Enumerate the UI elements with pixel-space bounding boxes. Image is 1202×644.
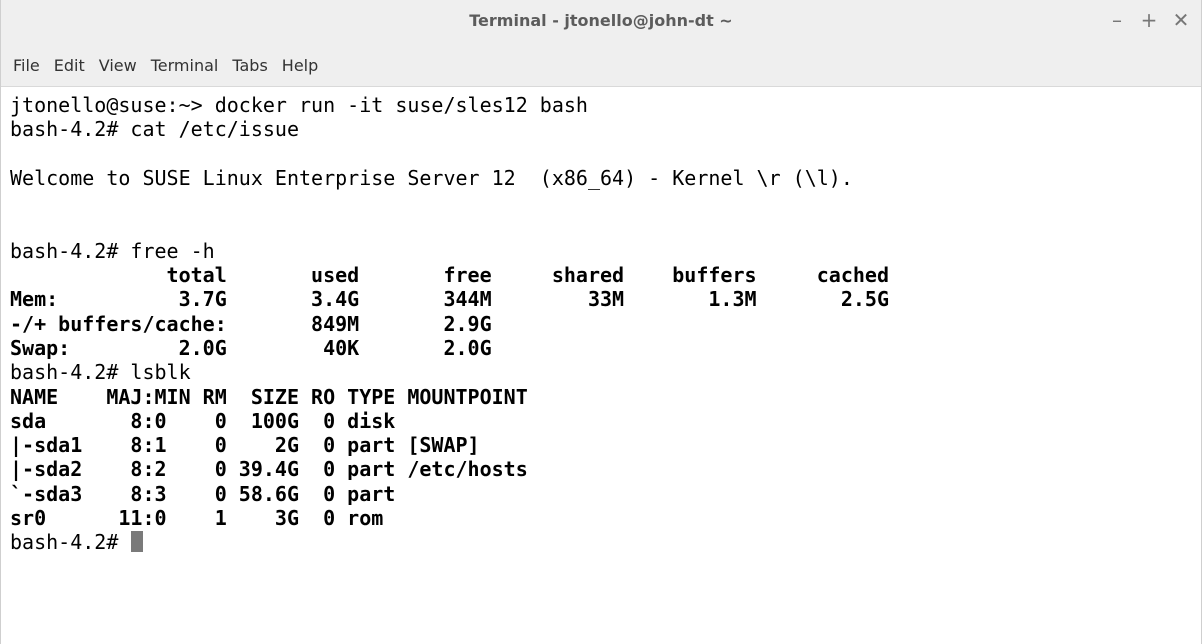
terminal-line: sda 8:0 0 100G 0 disk — [10, 408, 396, 433]
terminal-line: sr0 11:0 1 3G 0 rom — [10, 506, 384, 531]
menu-edit[interactable]: Edit — [47, 44, 92, 86]
terminal-line: Swap: 2.0G 40K 2.0G — [10, 335, 492, 360]
terminal-line: `-sda3 8:3 0 58.6G 0 part — [10, 481, 396, 506]
window-controls: – + ✕ — [1109, 8, 1189, 32]
terminal-line: bash-4.2# free -h — [10, 238, 215, 263]
text-cursor — [131, 531, 144, 553]
title-bar[interactable]: Terminal - jtonello@john-dt ~ – + ✕ — [1, 0, 1201, 44]
terminal-output[interactable]: jtonello@suse:~> docker run -it suse/sle… — [1, 86, 1201, 644]
menu-bar: File Edit View Terminal Tabs Help — [1, 44, 1201, 86]
menu-view[interactable]: View — [92, 44, 144, 86]
terminal-line: |-sda1 8:1 0 2G 0 part [SWAP] — [10, 433, 480, 458]
terminal-line: Welcome to SUSE Linux Enterprise Server … — [10, 165, 853, 190]
terminal-line: |-sda2 8:2 0 39.4G 0 part /etc/hosts — [10, 457, 528, 482]
terminal-line: bash-4.2# lsblk — [10, 360, 191, 385]
prompt-text: bash-4.2# — [10, 530, 131, 555]
close-icon[interactable]: ✕ — [1173, 8, 1190, 32]
terminal-line: Mem: 3.7G 3.4G 344M 33M 1.3M 2.5G — [10, 287, 889, 312]
terminal-line: jtonello@suse:~> docker run -it suse/sle… — [10, 93, 588, 117]
menu-file[interactable]: File — [1, 44, 47, 86]
minimize-icon[interactable]: – — [1109, 8, 1125, 32]
terminal-prompt-line: bash-4.2# — [10, 530, 1201, 554]
window-title: Terminal - jtonello@john-dt ~ — [469, 11, 733, 30]
menu-help[interactable]: Help — [275, 44, 325, 86]
terminal-line: bash-4.2# cat /etc/issue — [10, 117, 299, 142]
terminal-line: NAME MAJ:MIN RM SIZE RO TYPE MOUNTPOINT — [10, 384, 528, 409]
terminal-line: -/+ buffers/cache: 849M 2.9G — [10, 311, 492, 336]
terminal-window: Terminal - jtonello@john-dt ~ – + ✕ File… — [0, 0, 1202, 644]
menu-terminal[interactable]: Terminal — [144, 44, 226, 86]
terminal-line: total used free shared buffers cached — [10, 263, 889, 288]
maximize-icon[interactable]: + — [1141, 8, 1158, 32]
menu-tabs[interactable]: Tabs — [225, 44, 274, 86]
